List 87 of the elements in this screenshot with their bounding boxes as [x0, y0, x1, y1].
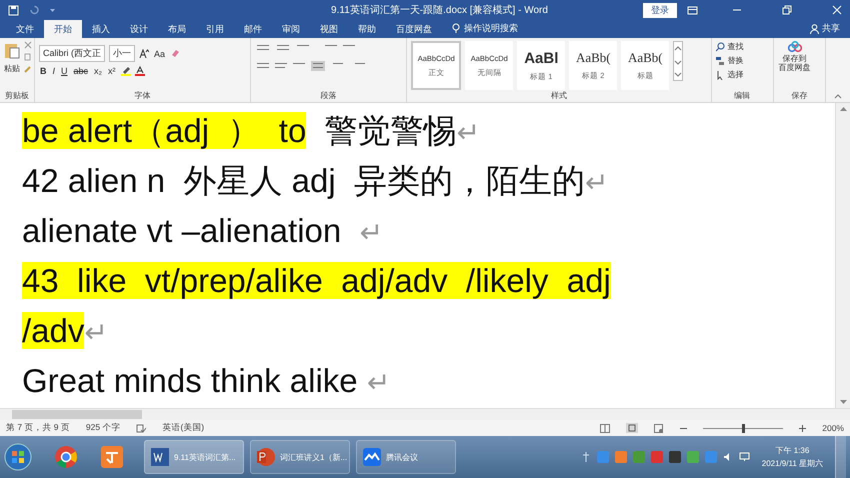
monitor-icon[interactable] [738, 452, 750, 462]
ribbon-tab[interactable]: 插入 [82, 20, 120, 38]
format-button[interactable]: x₂ [93, 66, 104, 76]
cloud-icon[interactable] [788, 41, 802, 53]
scissors-icon[interactable] [24, 41, 32, 49]
ribbon-tab[interactable]: 审阅 [272, 20, 310, 38]
close-icon[interactable] [832, 5, 842, 15]
highlighter-icon[interactable] [120, 66, 131, 76]
cursor-icon [716, 70, 725, 80]
font-name-field[interactable]: Calibri (西文正 [39, 45, 106, 62]
dropdown-icon[interactable] [49, 7, 56, 13]
ribbon-tab[interactable]: 文件 [6, 20, 44, 38]
font-color-icon[interactable] [134, 66, 145, 76]
app-tile-icon[interactable] [100, 445, 124, 469]
tell-me-search[interactable]: 操作说明搜索 [464, 22, 518, 35]
page-count[interactable]: 第 7 页，共 9 页 [6, 422, 70, 434]
vertical-scrollbar[interactable] [835, 103, 850, 408]
group-label: 剪贴板 [4, 90, 30, 101]
language-indicator[interactable]: 英语(美国) [162, 422, 204, 434]
ribbon-tab[interactable]: 百度网盘 [386, 20, 442, 38]
ribbon-tab[interactable]: 引用 [196, 20, 234, 38]
ribbon-tab[interactable]: 开始 [44, 20, 82, 38]
zoom-level[interactable]: 200% [822, 423, 844, 433]
style-scroll-icon[interactable] [673, 41, 684, 81]
editing-button[interactable]: 查找 [728, 41, 744, 52]
ribbon-display-icon[interactable] [687, 6, 698, 14]
format-button[interactable]: abc [72, 66, 90, 76]
read-mode-icon[interactable] [600, 424, 610, 432]
person-icon [810, 24, 819, 34]
ribbon-tab[interactable]: 视图 [310, 20, 348, 38]
paste-button[interactable]: 粘贴 [4, 63, 20, 74]
copy-icon[interactable] [24, 53, 32, 61]
start-button-icon[interactable] [4, 443, 32, 471]
scroll-up-icon [840, 106, 846, 111]
print-layout-icon[interactable] [626, 423, 638, 433]
share-button[interactable]: 共享 [822, 22, 840, 35]
proofing-icon[interactable] [136, 424, 146, 432]
save-to-cloud-button[interactable]: 保存到 百度网盘 [778, 55, 812, 73]
group-label: 样式 [550, 90, 568, 101]
restore-icon[interactable] [782, 5, 792, 15]
window-title: 9.11英语词汇第一天-跟随.docx [兼容模式] - Word [330, 4, 549, 17]
horizontal-scrollbar[interactable] [0, 408, 850, 420]
clipboard-icon[interactable] [4, 41, 20, 59]
search-icon [716, 42, 725, 52]
powerpoint-app-icon [257, 448, 275, 466]
editing-button[interactable]: 选择 [728, 69, 744, 80]
document-line: 42 alien n 外星人 adj 异类的，陌生的↵ [22, 161, 610, 201]
editing-button[interactable]: 替换 [728, 55, 744, 66]
scroll-down-icon [840, 400, 846, 405]
eraser-icon[interactable] [170, 49, 180, 58]
document-line: Great minds think alike ↵ [22, 361, 392, 401]
collapse-icon[interactable] [834, 94, 842, 99]
clock-date[interactable]: 2021/9/11 星期六 [762, 458, 823, 469]
ribbon-tab[interactable]: 布局 [158, 20, 196, 38]
ribbon-tab[interactable]: 帮助 [348, 20, 386, 38]
word-app-icon [151, 448, 169, 466]
zoom-slider-thumb[interactable] [742, 424, 746, 432]
zoom-in-icon[interactable] [799, 424, 806, 432]
grow-font-icon[interactable] [139, 49, 150, 58]
taskbar-button[interactable]: 词汇班讲义1（新... [250, 440, 350, 474]
show-desktop-button[interactable] [835, 436, 846, 478]
taskbar-button[interactable]: 腾讯会议 [356, 440, 456, 474]
undo-icon[interactable] [29, 5, 39, 15]
document-line: alienate vt –alienation ↵ [22, 211, 384, 251]
ribbon-tab[interactable]: 设计 [120, 20, 158, 38]
group-label: 字体 [133, 90, 152, 101]
format-button[interactable]: U [60, 66, 69, 76]
group-label: 编辑 [733, 90, 752, 101]
format-button[interactable]: I [52, 66, 56, 76]
word-count[interactable]: 925 个字 [86, 422, 120, 434]
format-button[interactable]: x² [107, 66, 117, 76]
group-label: 保存 [790, 90, 808, 101]
web-layout-icon[interactable] [654, 424, 664, 432]
login-button[interactable]: 登录 [643, 2, 677, 18]
lightbulb-icon [452, 23, 460, 34]
save-icon[interactable] [8, 4, 19, 16]
chrome-icon[interactable] [54, 445, 78, 469]
meeting-app-icon [363, 448, 381, 466]
replace-icon [716, 56, 725, 66]
ribbon-tab[interactable]: 邮件 [234, 20, 272, 38]
change-case-button[interactable]: Aa [153, 48, 166, 58]
format-button[interactable]: B [39, 66, 48, 76]
group-label: 段落 [319, 90, 338, 101]
font-size-field[interactable]: 小一 [109, 45, 136, 62]
brush-icon[interactable] [24, 65, 32, 73]
tray-app-icon[interactable] [668, 451, 681, 463]
clock-time[interactable]: 下午 1:36 [775, 445, 810, 456]
